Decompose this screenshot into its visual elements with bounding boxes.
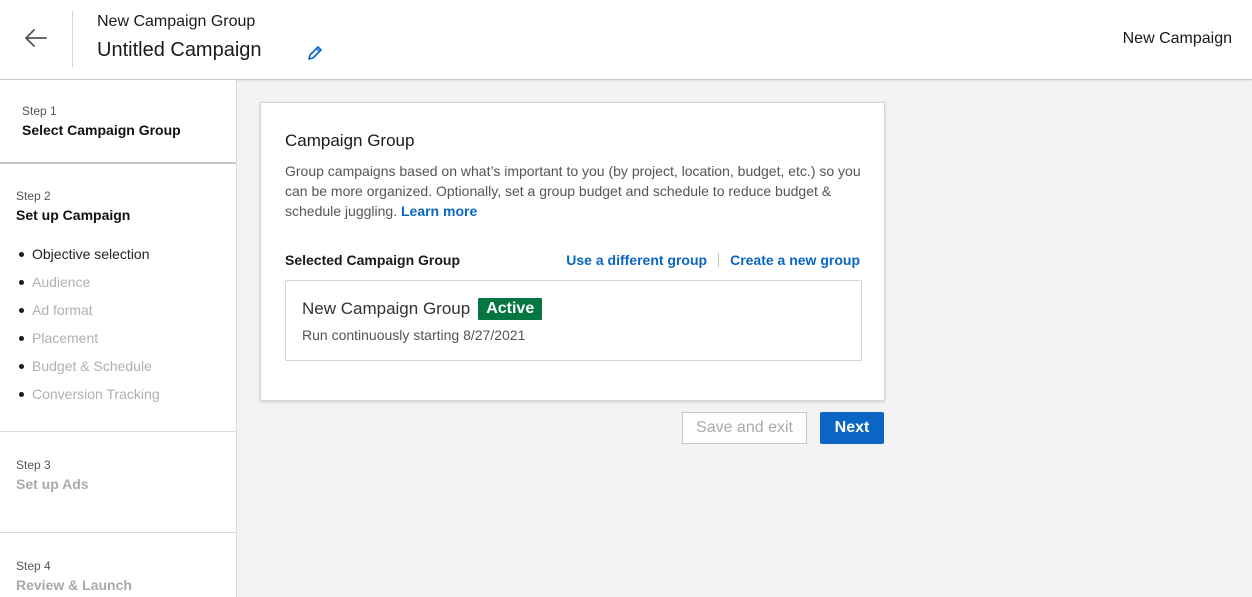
group-box-header: New Campaign Group Active — [302, 298, 543, 320]
header-divider — [72, 11, 73, 67]
step-title: Set up Campaign — [16, 207, 131, 223]
group-schedule: Run continuously starting 8/27/2021 — [302, 327, 526, 343]
campaign-name: Untitled Campaign — [97, 39, 262, 61]
step-number: Step 2 — [16, 189, 51, 203]
arrow-left-icon — [25, 29, 47, 47]
campaign-group-card: Campaign Group Group campaigns based on … — [260, 102, 885, 401]
step-1[interactable]: Step 1 Select Campaign Group — [0, 80, 236, 164]
step-2[interactable]: Step 2 Set up Campaign Objective selecti… — [0, 164, 236, 432]
top-header: New Campaign Group Untitled Campaign New… — [0, 0, 1252, 80]
card-description: Group campaigns based on what’s importan… — [285, 161, 865, 221]
substep-budget-schedule: Budget & Schedule — [16, 357, 160, 385]
use-different-group-link[interactable]: Use a different group — [566, 252, 707, 268]
link-divider — [718, 253, 720, 267]
step-number: Step 1 — [22, 104, 57, 118]
header-page-label: New Campaign — [1122, 30, 1232, 47]
create-new-group-link[interactable]: Create a new group — [730, 252, 860, 268]
substep-conversion-tracking: Conversion Tracking — [16, 385, 160, 413]
step-title: Review & Launch — [16, 577, 132, 593]
campaign-group-name: New Campaign Group — [97, 13, 256, 30]
pencil-icon[interactable] — [306, 44, 324, 62]
substep-objective-selection[interactable]: Objective selection — [16, 245, 160, 273]
step-3: Step 3 Set up Ads — [0, 432, 236, 533]
substep-list: Objective selection Audience Ad format P… — [16, 245, 160, 413]
selected-group-box: New Campaign Group Active Run continuous… — [285, 280, 862, 361]
selected-group-label: Selected Campaign Group — [285, 252, 461, 268]
substep-ad-format: Ad format — [16, 301, 160, 329]
substep-placement: Placement — [16, 329, 160, 357]
group-name: New Campaign Group — [302, 299, 471, 318]
step-number: Step 4 — [16, 559, 51, 573]
learn-more-link[interactable]: Learn more — [401, 203, 477, 219]
back-button[interactable] — [20, 22, 52, 54]
step-title: Set up Ads — [16, 476, 89, 492]
steps-sidebar: Step 1 Select Campaign Group Step 2 Set … — [0, 80, 237, 597]
card-title: Campaign Group — [285, 131, 415, 150]
group-actions: Use a different group Create a new group — [566, 252, 860, 268]
substep-audience: Audience — [16, 273, 160, 301]
save-and-exit-button[interactable]: Save and exit — [682, 412, 807, 444]
step-number: Step 3 — [16, 458, 51, 472]
step-4: Step 4 Review & Launch — [0, 533, 236, 597]
next-button[interactable]: Next — [820, 412, 884, 444]
status-badge: Active — [478, 298, 543, 320]
step-title: Select Campaign Group — [22, 122, 181, 138]
description-text: Group campaigns based on what’s importan… — [285, 163, 861, 219]
